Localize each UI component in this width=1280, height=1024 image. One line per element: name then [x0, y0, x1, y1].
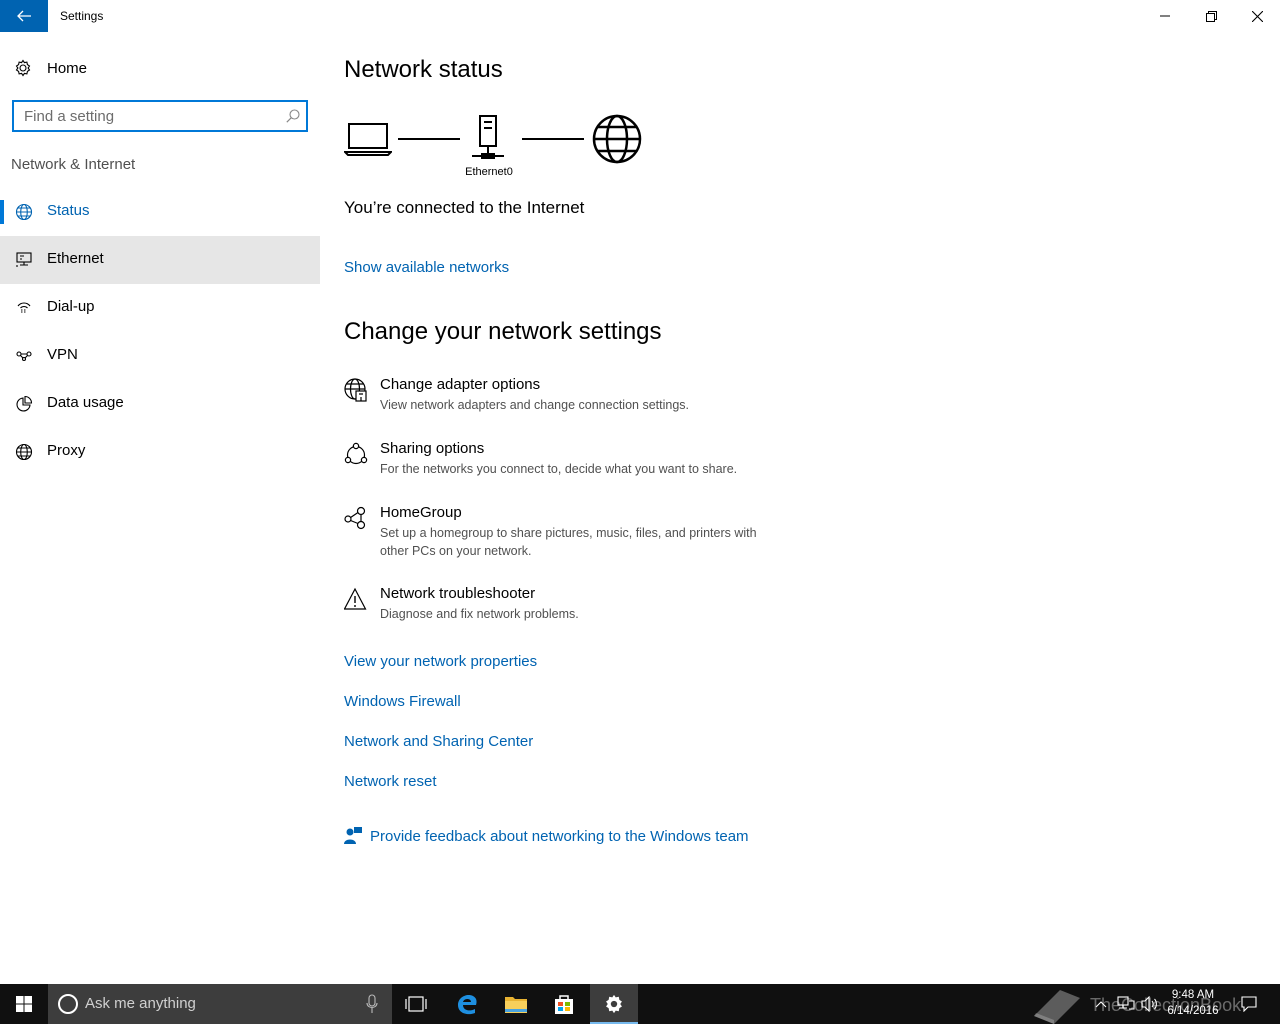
homegroup-icon: [344, 506, 366, 530]
restore-button[interactable]: [1188, 0, 1234, 32]
globe-icon: [15, 443, 33, 461]
show-available-networks-link[interactable]: Show available networks: [344, 259, 509, 276]
back-arrow-icon: [17, 10, 31, 22]
network-status-heading: Network status: [344, 56, 503, 83]
cortana-search-box[interactable]: Ask me anything: [48, 984, 392, 1024]
globe-icon: [15, 203, 33, 221]
dialup-icon: [17, 302, 31, 313]
sidebar-item-vpn[interactable]: VPN: [0, 332, 320, 380]
network-reset-link[interactable]: Network reset: [344, 773, 437, 790]
volume-tray-button[interactable]: [1138, 984, 1162, 1024]
gear-icon: [15, 59, 31, 77]
start-button[interactable]: [0, 984, 48, 1024]
adapter-globe-icon: [344, 378, 367, 402]
volume-icon: [1141, 996, 1157, 1012]
option-description: For the networks you connect to, decide …: [380, 462, 738, 476]
feedback-person-icon: [344, 827, 362, 844]
section-label: Network & Internet: [11, 156, 136, 173]
cortana-icon: [58, 994, 78, 1014]
clock[interactable]: 9:48 AM 6/14/2016: [1162, 987, 1224, 1019]
clock-time: 9:48 AM: [1171, 989, 1215, 1001]
sharing-icon: [344, 442, 368, 465]
warning-icon: [344, 587, 367, 610]
main-content: Network status Ethernet0 You’re connecte…: [344, 32, 1244, 972]
windows-logo-icon: [16, 996, 32, 1012]
sidebar-item-label: Status: [47, 202, 90, 219]
back-button[interactable]: [0, 0, 48, 32]
network-sharing-center-link[interactable]: Network and Sharing Center: [344, 733, 533, 750]
option-title: HomeGroup: [380, 504, 462, 521]
edge-icon: [458, 995, 477, 1015]
clock-date: 6/14/2016: [1167, 1005, 1219, 1017]
change-settings-heading: Change your network settings: [344, 318, 662, 345]
sidebar-item-label: VPN: [47, 346, 78, 363]
pie-chart-icon: [16, 395, 33, 412]
settings-taskbar-button[interactable]: [590, 984, 638, 1024]
sidebar-item-data-usage[interactable]: Data usage: [0, 380, 320, 428]
cortana-search-placeholder: Ask me anything: [85, 995, 196, 1012]
file-explorer-button[interactable]: [492, 984, 540, 1024]
notification-icon: [1241, 996, 1257, 1012]
taskbar: Ask me anything TheCollectionBook 9:48 A…: [0, 984, 1280, 1024]
show-hidden-icons-button[interactable]: [1090, 984, 1112, 1024]
vpn-icon: [16, 351, 32, 362]
folder-icon: [505, 997, 527, 1013]
gear-icon: [606, 994, 622, 1014]
option-title: Sharing options: [380, 440, 485, 457]
sidebar-item-label: Proxy: [47, 442, 86, 459]
action-center-button[interactable]: [1234, 984, 1264, 1024]
close-icon: [1251, 10, 1263, 22]
home-nav-item[interactable]: Home: [0, 50, 320, 86]
adapter-label: Ethernet0: [465, 166, 513, 178]
chevron-up-icon: [1095, 1001, 1107, 1008]
sidebar-item-label: Ethernet: [47, 250, 104, 267]
settings-search-input[interactable]: [14, 102, 279, 130]
provide-feedback-link[interactable]: Provide feedback about networking to the…: [370, 828, 749, 845]
store-button[interactable]: [540, 984, 588, 1024]
option-title: Change adapter options: [380, 376, 541, 393]
task-view-button[interactable]: [392, 984, 440, 1024]
network-diagram: Ethernet0: [344, 110, 654, 190]
ethernet-icon: [16, 252, 32, 267]
search-icon[interactable]: [286, 109, 300, 123]
sidebar-item-dialup[interactable]: Dial-up: [0, 284, 320, 332]
network-tray-icon: [1117, 996, 1135, 1010]
connection-line: [522, 138, 584, 140]
minimize-icon: [1160, 15, 1170, 17]
microphone-icon[interactable]: [366, 994, 378, 1014]
edge-browser-button[interactable]: [443, 984, 491, 1024]
sidebar-item-proxy[interactable]: Proxy: [0, 428, 320, 476]
internet-globe-icon: [592, 114, 642, 164]
settings-search-box[interactable]: [12, 100, 308, 132]
close-button[interactable]: [1234, 0, 1280, 32]
option-description: Set up a homegroup to share pictures, mu…: [380, 526, 757, 558]
connection-line: [398, 138, 460, 140]
option-description: View network adapters and change connect…: [380, 398, 689, 412]
restore-icon: [1205, 10, 1217, 22]
ethernet-adapter-icon: [472, 115, 504, 159]
sidebar-item-label: Dial-up: [47, 298, 95, 315]
sidebar-item-label: Data usage: [47, 394, 124, 411]
title-bar: Settings: [0, 0, 1280, 32]
sidebar: Home Network & Internet Status Ethernet …: [0, 32, 320, 984]
book-logo-icon: [1034, 990, 1080, 1024]
sidebar-item-ethernet[interactable]: Ethernet: [0, 236, 320, 284]
view-network-properties-link[interactable]: View your network properties: [344, 653, 537, 670]
option-title: Network troubleshooter: [380, 585, 536, 602]
minimize-button[interactable]: [1142, 0, 1188, 32]
windows-firewall-link[interactable]: Windows Firewall: [344, 693, 461, 710]
option-description: Diagnose and fix network problems.: [380, 607, 579, 621]
task-view-icon: [405, 996, 427, 1012]
store-bag-icon: [555, 995, 573, 1014]
sidebar-item-status[interactable]: Status: [0, 188, 320, 236]
laptop-icon: [344, 123, 392, 156]
network-tray-button[interactable]: [1114, 984, 1138, 1024]
window-title: Settings: [60, 9, 104, 23]
connection-status-text: You’re connected to the Internet: [344, 198, 585, 217]
home-label: Home: [47, 59, 88, 77]
